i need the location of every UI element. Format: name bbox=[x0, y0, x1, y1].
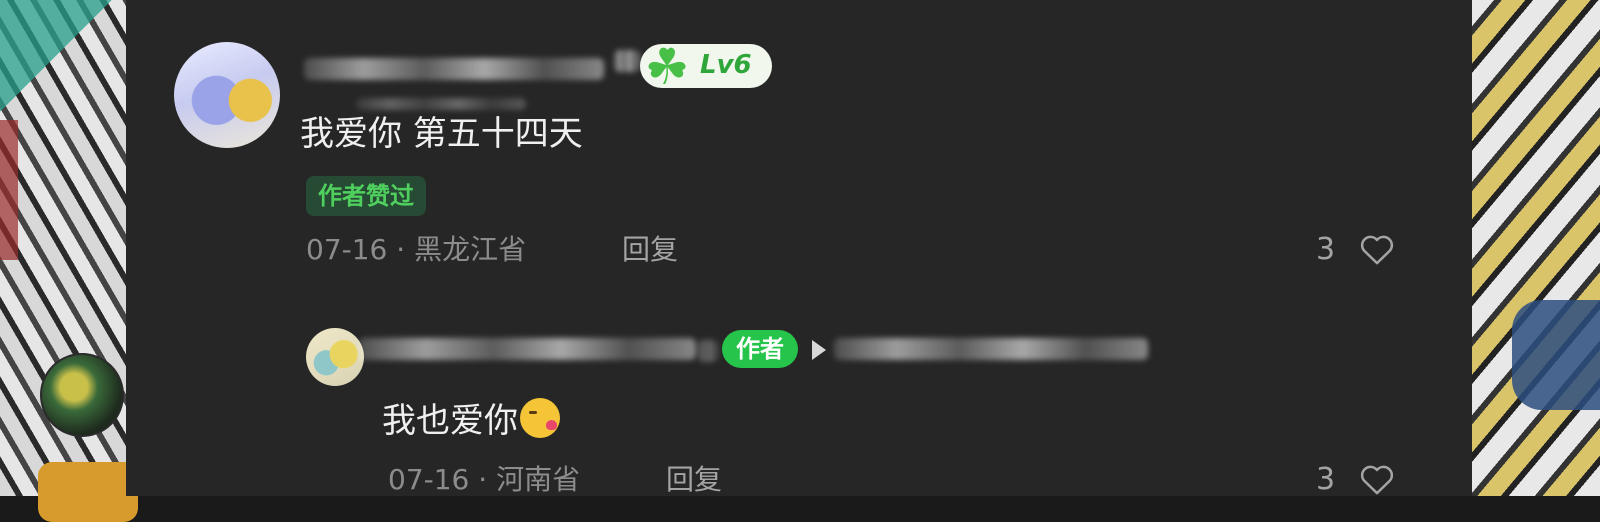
reply-text: 我也爱你 bbox=[382, 398, 560, 441]
level-badge: ☘ Lv6 bbox=[640, 40, 772, 94]
comment-date: 07-16 bbox=[306, 233, 388, 266]
comment-text: 我爱你 第五十四天 bbox=[300, 114, 583, 154]
level-label: Lv6 bbox=[700, 50, 752, 80]
reply-target-blurred[interactable] bbox=[834, 338, 1148, 360]
commenter-avatar[interactable] bbox=[174, 42, 280, 148]
replier-name-blurred bbox=[698, 340, 718, 362]
play-icon bbox=[812, 340, 826, 360]
background-decoration bbox=[0, 120, 18, 260]
comment-panel: ☘ Lv6 我爱你 第五十四天 作者赞过 07-16 · 黑龙江省 回复 3 作… bbox=[126, 0, 1472, 496]
liked-by-author-tag: 作者赞过 bbox=[306, 176, 426, 216]
floating-button[interactable] bbox=[38, 462, 138, 522]
commenter-name-blurred bbox=[356, 98, 526, 110]
replier-avatar[interactable] bbox=[306, 328, 364, 386]
commenter-name-blurred bbox=[614, 50, 640, 72]
clover-icon: ☘ bbox=[644, 38, 690, 96]
replier-name-blurred[interactable] bbox=[358, 338, 696, 360]
like-count: 3 bbox=[1316, 232, 1336, 267]
meta-separator: · bbox=[387, 233, 415, 266]
comment-meta: 07-16 · 黑龙江省 bbox=[306, 232, 526, 268]
floating-avatar[interactable] bbox=[40, 353, 124, 437]
background-decoration bbox=[1512, 300, 1600, 410]
kissing-face-emoji-icon bbox=[520, 398, 560, 438]
background-artwork-right bbox=[1472, 0, 1600, 496]
reply-heart-icon[interactable] bbox=[1356, 459, 1398, 496]
reply-button[interactable]: 回复 bbox=[622, 232, 678, 268]
heart-icon[interactable] bbox=[1356, 229, 1398, 269]
reply-location: 河南省 bbox=[496, 463, 581, 496]
author-badge: 作者 bbox=[722, 330, 798, 368]
comment-location: 黑龙江省 bbox=[414, 233, 527, 266]
meta-separator: · bbox=[469, 463, 497, 496]
reply-text-content: 我也爱你 bbox=[382, 401, 518, 441]
commenter-name-blurred[interactable] bbox=[304, 58, 604, 80]
background-artwork-left bbox=[0, 0, 138, 522]
reply-date: 07-16 bbox=[388, 463, 470, 496]
reply-like-count: 3 bbox=[1316, 462, 1336, 496]
reply-meta: 07-16 · 河南省 bbox=[388, 462, 580, 496]
reply-reply-button[interactable]: 回复 bbox=[666, 462, 722, 496]
